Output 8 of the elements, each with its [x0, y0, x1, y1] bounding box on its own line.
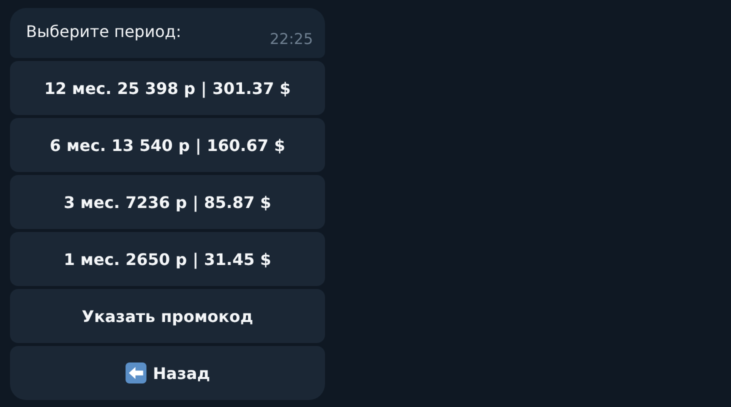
- keyboard-button[interactable]: 1 мес. 2650 р | 31.45 $: [10, 232, 325, 286]
- keyboard-button[interactable]: Назад: [10, 346, 325, 400]
- keyboard-button[interactable]: 3 мес. 7236 р | 85.87 $: [10, 175, 325, 229]
- message-time: 22:25: [270, 30, 313, 50]
- keyboard-button[interactable]: 12 мес. 25 398 р | 301.37 $: [10, 61, 325, 115]
- message-text: Выберите период:: [26, 22, 182, 43]
- keyboard-button[interactable]: 6 мес. 13 540 р | 160.67 $: [10, 118, 325, 172]
- keyboard-button[interactable]: Указать промокод: [10, 289, 325, 343]
